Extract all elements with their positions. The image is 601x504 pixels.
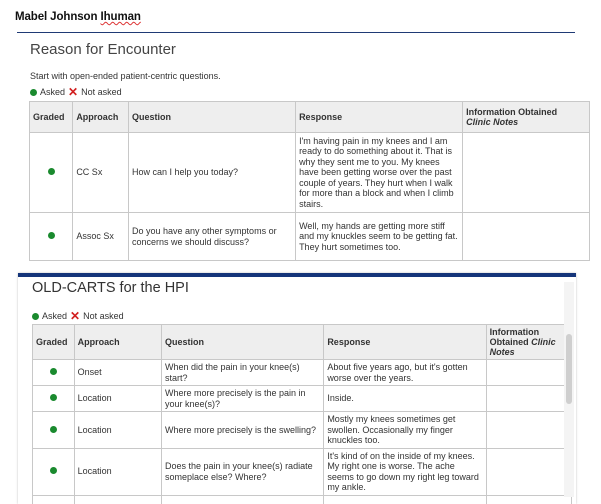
legend: Asked ✕ Not asked — [30, 84, 122, 99]
asked-dot-icon — [49, 368, 57, 376]
question-cell[interactable]: Where more precisely is the swelling? — [160, 411, 325, 449]
patient-name: Mabel Johnson Ihuman — [15, 11, 141, 23]
table-row[interactable]: Assoc Sx Do you have any other symptoms … — [28, 212, 590, 261]
response-cell: I'm having pain in my knees and I am rea… — [295, 132, 464, 213]
asked-dot-icon — [47, 232, 55, 240]
asked-dot-icon — [49, 394, 57, 402]
col-graded: Graded — [28, 101, 74, 133]
table-row[interactable]: Onset When did the pain in your knee(s) … — [32, 359, 573, 386]
response-cell: Mostly my knees sometimes get swollen. O… — [323, 411, 487, 449]
graded-cell — [32, 359, 75, 386]
intro-text: Start with open-ended patient-centric qu… — [30, 71, 221, 81]
asked-dot-icon — [30, 88, 37, 96]
col-approach: Approach — [73, 324, 163, 360]
table-header-row: Graded Approach Question Response Inform… — [32, 324, 573, 360]
asked-dot-icon — [49, 425, 57, 433]
hpi-panel: OLD-CARTS for the HPI Asked ✕ Not asked … — [18, 273, 576, 504]
graded-cell — [32, 385, 75, 412]
col-question: Question — [160, 324, 325, 360]
info-cell[interactable] — [485, 385, 573, 412]
section-title: OLD-CARTS for the HPI — [32, 280, 189, 296]
question-cell[interactable]: When did the pain in your knee(s) start? — [160, 359, 325, 386]
info-cell[interactable] — [485, 447, 573, 496]
encounter-table: Graded Approach Question Response Inform… — [28, 101, 590, 261]
graded-cell — [32, 447, 75, 496]
question-cell[interactable]: Does the pain in your knee(s) radiate so… — [160, 447, 325, 496]
response-cell: It's kind of on the inside of my knees. … — [323, 447, 487, 496]
col-approach: Approach — [72, 101, 129, 133]
asked-dot-icon — [49, 467, 57, 475]
table-row[interactable]: CC Sx How can I help you today? I'm havi… — [28, 132, 590, 213]
graded-cell — [28, 132, 74, 213]
asked-dot-icon — [32, 312, 39, 320]
approach-cell: Onset — [73, 359, 163, 386]
table-row[interactable]: Location Where more precisely is the pai… — [32, 385, 573, 412]
graded-cell — [32, 411, 75, 449]
approach-cell: Assoc Sx — [72, 212, 129, 261]
hpi-table: Graded Approach Question Response Inform… — [32, 324, 573, 504]
not-asked-x-icon: ✕ — [70, 308, 81, 323]
info-cell[interactable] — [485, 411, 573, 449]
legend: Asked ✕ Not asked — [32, 308, 124, 323]
col-info: Information Obtained Clinic Notes — [485, 324, 573, 360]
table-row[interactable]: Location Does the pain in your knee(s) r… — [32, 447, 573, 496]
legend-not-asked: Not asked — [81, 87, 122, 97]
col-response: Response — [323, 324, 487, 360]
graded-cell — [28, 212, 74, 261]
info-cell[interactable] — [485, 359, 573, 386]
response-cell: About five years ago, but it's gotten wo… — [323, 359, 487, 386]
scrollbar-thumb[interactable] — [566, 334, 572, 404]
info-cell[interactable] — [462, 212, 590, 261]
response-cell: Well, my hands are getting more stiff an… — [295, 212, 464, 261]
approach-cell: Location — [73, 411, 163, 449]
approach-cell: CC Sx — [72, 132, 129, 213]
question-cell[interactable]: How can I help you today? — [127, 132, 297, 213]
col-graded: Graded — [32, 324, 75, 360]
legend-asked: Asked — [42, 311, 68, 321]
col-info: Information Obtained Clinic Notes — [462, 101, 590, 133]
legend-not-asked: Not asked — [83, 311, 124, 321]
col-response: Response — [295, 101, 464, 133]
table-row[interactable]: Location Where more precisely is the swe… — [32, 411, 573, 449]
section-title: Reason for Encounter — [30, 41, 176, 58]
response-cell: Inside. — [323, 385, 487, 412]
legend-asked: Asked — [40, 87, 66, 97]
question-cell[interactable]: Do you have any other symptoms or concer… — [127, 212, 297, 261]
not-asked-x-icon: ✕ — [68, 84, 79, 99]
reason-for-encounter-panel: Reason for Encounter Start with open-end… — [17, 32, 590, 263]
asked-dot-icon — [47, 168, 55, 176]
approach-cell: Location — [73, 385, 163, 412]
table-header-row: Graded Approach Question Response Inform… — [28, 101, 590, 133]
col-question: Question — [127, 101, 297, 133]
question-cell[interactable]: Where more precisely is the pain in your… — [160, 385, 325, 412]
info-cell[interactable] — [462, 132, 590, 213]
approach-cell: Location — [73, 447, 163, 496]
